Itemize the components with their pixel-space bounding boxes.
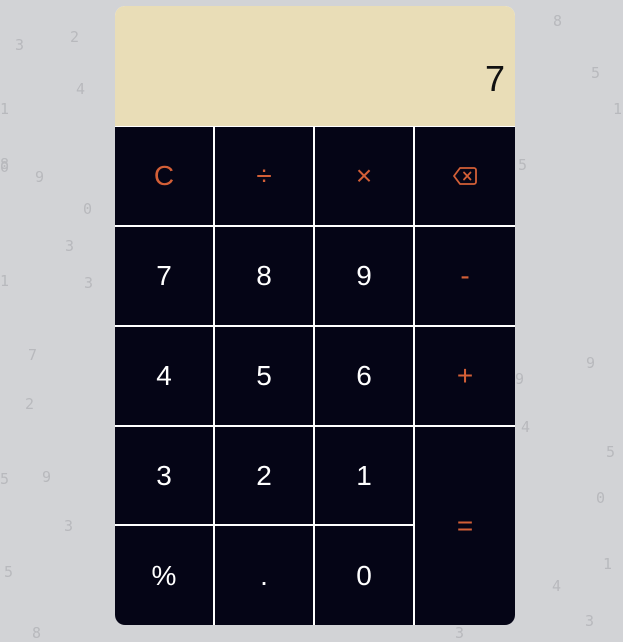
background-digit: 2 xyxy=(70,28,80,46)
background-digit: 4 xyxy=(521,418,531,436)
digit-5-button[interactable]: 5 xyxy=(215,327,313,425)
background-digit: 5 xyxy=(518,156,528,174)
calculator: 7 C ÷ × 7 8 9 - 4 5 6 + 3 2 1 = % . 0 xyxy=(115,6,515,625)
digit-2-button[interactable]: 2 xyxy=(215,427,313,524)
display-panel: 7 xyxy=(115,6,515,126)
background-digit: 1 xyxy=(603,555,613,573)
clear-button[interactable]: C xyxy=(115,127,213,225)
equals-button[interactable]: = xyxy=(415,427,515,625)
divide-button[interactable]: ÷ xyxy=(215,127,313,225)
background-digit: 3 xyxy=(65,237,75,255)
background-digit: 9 xyxy=(35,168,45,186)
multiply-button[interactable]: × xyxy=(315,127,413,225)
background-digit: 8 xyxy=(32,624,42,642)
minus-button[interactable]: - xyxy=(415,227,515,325)
background-digit: 0 xyxy=(83,200,93,218)
background-digit: 9 xyxy=(586,354,596,372)
digit-7-button[interactable]: 7 xyxy=(115,227,213,325)
digit-6-button[interactable]: 6 xyxy=(315,327,413,425)
background-digit: 2 xyxy=(25,395,35,413)
background-digit: 9 xyxy=(515,370,525,388)
decimal-button[interactable]: . xyxy=(215,526,313,625)
background-digit: 1 xyxy=(613,100,623,118)
digit-3-button[interactable]: 3 xyxy=(115,427,213,524)
background-digit: 1 xyxy=(0,100,10,118)
background-digit: 5 xyxy=(0,470,10,488)
background-digit: 3 xyxy=(585,612,595,630)
background-digit: 9 xyxy=(42,468,52,486)
digit-1-button[interactable]: 1 xyxy=(315,427,413,524)
background-digit: 5 xyxy=(4,563,14,581)
background-digit: 4 xyxy=(552,577,562,595)
background-digit: 5 xyxy=(591,64,601,82)
background-digit: 3 xyxy=(64,517,74,535)
background-digit: 1 xyxy=(0,272,10,290)
background-digit: 4 xyxy=(76,80,86,98)
plus-button[interactable]: + xyxy=(415,327,515,425)
digit-4-button[interactable]: 4 xyxy=(115,327,213,425)
background-digit: 3 xyxy=(455,624,465,642)
background-digit: 0 xyxy=(596,489,606,507)
display-value: 7 xyxy=(484,58,505,99)
background-digit: 5 xyxy=(606,443,616,461)
background-digit: 8 xyxy=(553,12,563,30)
digit-8-button[interactable]: 8 xyxy=(215,227,313,325)
digit-0-button[interactable]: 0 xyxy=(315,526,413,625)
background-digit: 7 xyxy=(28,346,38,364)
background-digit: 3 xyxy=(15,36,25,54)
backspace-icon xyxy=(453,167,477,185)
percent-button[interactable]: % xyxy=(115,526,213,625)
background-digit: 8 xyxy=(0,155,10,173)
backspace-button[interactable] xyxy=(415,127,515,225)
digit-9-button[interactable]: 9 xyxy=(315,227,413,325)
background-digit: 3 xyxy=(84,274,94,292)
